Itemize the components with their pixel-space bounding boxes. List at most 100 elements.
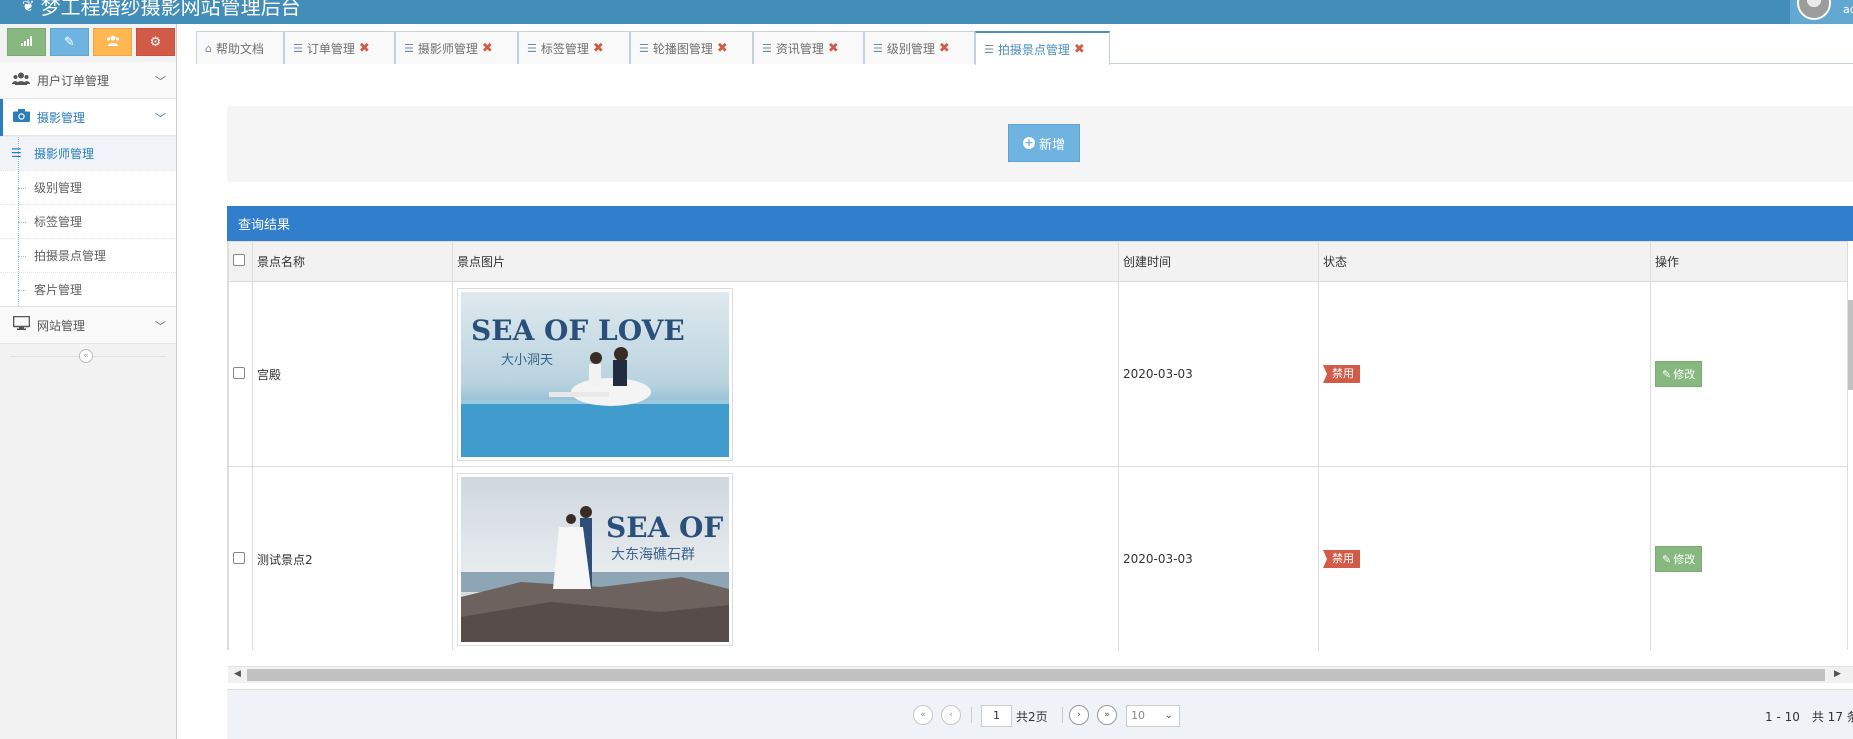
edit-icon: ✎ <box>1662 552 1672 566</box>
double-angle-left-icon[interactable]: « <box>79 349 93 363</box>
sidebar-item-label: 摄影管理 <box>37 110 86 125</box>
results-table: 景点名称 景点图片 创建时间 状态 操作 宫殿 SEA OF LOVE 大小洞天… <box>227 241 1853 650</box>
last-page-button[interactable]: » <box>1097 705 1117 725</box>
tab-help[interactable]: ⌂ 帮助文档 <box>196 31 284 64</box>
users-icon <box>106 35 120 50</box>
column-header[interactable]: 操作 <box>1650 241 1848 282</box>
tab-levels[interactable]: ☰ 级别管理 ✖ <box>864 31 975 64</box>
pagination: « ‹ 1 共2页 › » 10 ⌄ 1 - 10 共 17 条 <box>227 689 1853 739</box>
column-header[interactable]: 景点图片 <box>452 241 1119 282</box>
photo-subtitle: 大小洞天 <box>501 353 553 368</box>
tab-news[interactable]: ☰ 资讯管理 ✖ <box>753 31 864 64</box>
signal-icon <box>20 35 33 50</box>
tab-photographers[interactable]: ☰ 摄影师管理 ✖ <box>395 31 518 64</box>
column-header[interactable]: 状态 <box>1318 241 1651 282</box>
close-icon[interactable]: ✖ <box>482 41 493 56</box>
page-size-value: 10 <box>1131 709 1145 722</box>
edit-button[interactable]: ✎ 修改 <box>1655 546 1703 572</box>
sidebar-item-photography[interactable]: 摄影管理 ﹀ <box>0 99 176 136</box>
leaf-icon: ❦ <box>22 0 35 15</box>
sidebar-menu: 用户订单管理 ﹀ 摄影管理 ﹀ ☰ 摄影师管理 级别管理 标签管理 拍摄景点管理… <box>0 62 176 368</box>
close-icon[interactable]: ✖ <box>939 41 950 56</box>
tab-label: 帮助文档 <box>215 41 264 56</box>
column-header[interactable]: 创建时间 <box>1118 241 1319 282</box>
tab-orders[interactable]: ☰ 订单管理 ✖ <box>284 31 395 64</box>
scrollbar-thumb[interactable] <box>247 669 1825 681</box>
row-checkbox[interactable] <box>233 366 245 379</box>
plus-circle-icon: + <box>1022 136 1035 149</box>
tab-label: 摄影师管理 <box>417 41 478 56</box>
first-page-button[interactable]: « <box>913 705 933 725</box>
close-icon[interactable]: ✖ <box>828 41 839 56</box>
shortcut-pencil-button[interactable]: ✎ <box>50 28 89 56</box>
tab-scenic-spots[interactable]: ☰ 拍摄景点管理 ✖ <box>975 31 1110 65</box>
tab-carousel[interactable]: ☰ 轮播图管理 ✖ <box>630 31 753 64</box>
brand[interactable]: ❦ 梦工程婚纱摄影网站管理后台 <box>22 0 301 20</box>
sidebar-item-label: 网站管理 <box>37 318 86 333</box>
close-icon[interactable]: ✖ <box>717 41 728 56</box>
close-icon[interactable]: ✖ <box>359 41 370 56</box>
next-page-button[interactable]: › <box>1069 705 1089 725</box>
page-size-select[interactable]: 10 ⌄ <box>1126 705 1180 727</box>
edit-button-label: 修改 <box>1673 368 1696 381</box>
user-name[interactable]: ad <box>1843 3 1853 16</box>
sidebar-item-tags[interactable]: 标签管理 <box>0 204 176 238</box>
shortcut-cogs-button[interactable]: ⚙ <box>136 28 175 56</box>
sliders-icon: ☰ <box>984 42 994 56</box>
tab-tags[interactable]: ☰ 标签管理 ✖ <box>518 31 630 64</box>
tab-label: 轮播图管理 <box>652 41 713 56</box>
status-badge: 禁用 <box>1323 550 1360 568</box>
spot-photo[interactable]: SEA OF LOVE 大小洞天 <box>457 287 733 461</box>
photo-title: SEA OF LOVE <box>606 511 729 544</box>
sliders-icon: ☰ <box>293 41 303 55</box>
users-icon <box>11 72 31 89</box>
vertical-scrollbar[interactable] <box>1848 300 1853 390</box>
column-header[interactable]: 景点名称 <box>252 241 453 282</box>
spot-name: 宫殿 <box>252 281 453 467</box>
angle-right-icon: › <box>1077 710 1081 720</box>
home-icon: ⌂ <box>205 41 212 55</box>
record-info: 1 - 10 共 17 条 <box>1765 710 1853 724</box>
row-checkbox[interactable] <box>233 551 245 564</box>
status-badge: 禁用 <box>1323 365 1360 383</box>
sidebar-item-levels[interactable]: 级别管理 <box>0 170 176 204</box>
results-header: 查询结果 <box>227 206 1853 241</box>
prev-page-button[interactable]: ‹ <box>941 705 961 725</box>
close-icon[interactable]: ✖ <box>593 41 604 56</box>
tab-bar: ⌂ 帮助文档 ☰ 订单管理 ✖ ☰ 摄影师管理 ✖ ☰ 标签管理 ✖ ☰ 轮播图… <box>196 31 1853 65</box>
add-button[interactable]: + 新增 <box>1008 124 1080 162</box>
chevron-down-icon: ﹀ <box>155 75 166 88</box>
cogs-icon: ⚙ <box>149 34 162 50</box>
shortcut-users-button[interactable] <box>93 28 132 56</box>
edit-button[interactable]: ✎ 修改 <box>1655 361 1703 387</box>
sidebar-item-user-orders[interactable]: 用户订单管理 ﹀ <box>0 62 176 99</box>
sidebar-item-label: 标签管理 <box>34 215 83 229</box>
sidebar: ✎ ⚙ 用户订单管理 ﹀ 摄影管理 ﹀ ☰ 摄影师管理 级别管理 标签管理 拍摄… <box>0 24 177 739</box>
select-all-checkbox[interactable] <box>233 254 245 266</box>
page-number-input[interactable]: 1 <box>981 705 1012 727</box>
desktop-icon <box>11 315 31 334</box>
sidebar-item-label: 摄影师管理 <box>34 147 95 161</box>
sidebar-item-label: 拍摄景点管理 <box>34 249 107 263</box>
app-title: 梦工程婚纱摄影网站管理后台 <box>40 0 301 19</box>
sidebar-item-website[interactable]: 网站管理 ﹀ <box>0 307 176 344</box>
spot-photo[interactable]: SEA OF LOVE 大东海礁石群 <box>457 472 733 646</box>
shortcut-signal-button[interactable] <box>7 28 46 56</box>
sidebar-item-photographers[interactable]: ☰ 摄影师管理 <box>0 136 176 170</box>
sidebar-item-scenic-spots[interactable]: 拍摄景点管理 <box>0 238 176 272</box>
table-row[interactable]: 测试景点2 SEA OF 大东海礁石群 2020-03-03 禁用 ✎ 修改 <box>228 466 1848 650</box>
navbar: ❦ 梦工程婚纱摄影网站管理后台 ad <box>0 0 1853 24</box>
horizontal-scrollbar[interactable]: ◀ ▶ <box>228 666 1853 683</box>
scroll-right-icon[interactable]: ▶ <box>1834 669 1841 679</box>
spot-name: 测试景点2 <box>252 466 453 650</box>
sliders-icon: ☰ <box>762 41 772 55</box>
scroll-left-icon[interactable]: ◀ <box>234 669 241 679</box>
table-row[interactable]: 宫殿 SEA OF LOVE 大小洞天 2020-03-03 禁用 ✎ 修改 <box>228 281 1848 467</box>
total-pages: 共2页 <box>1016 710 1048 724</box>
created-time: 2020-03-03 <box>1118 281 1319 467</box>
close-icon[interactable]: ✖ <box>1074 42 1085 57</box>
submenu-photography: ☰ 摄影师管理 级别管理 标签管理 拍摄景点管理 客片管理 <box>0 136 176 307</box>
created-time: 2020-03-03 <box>1118 466 1319 650</box>
sidebar-item-client-photos[interactable]: 客片管理 <box>0 272 176 306</box>
camera-icon <box>11 108 31 126</box>
